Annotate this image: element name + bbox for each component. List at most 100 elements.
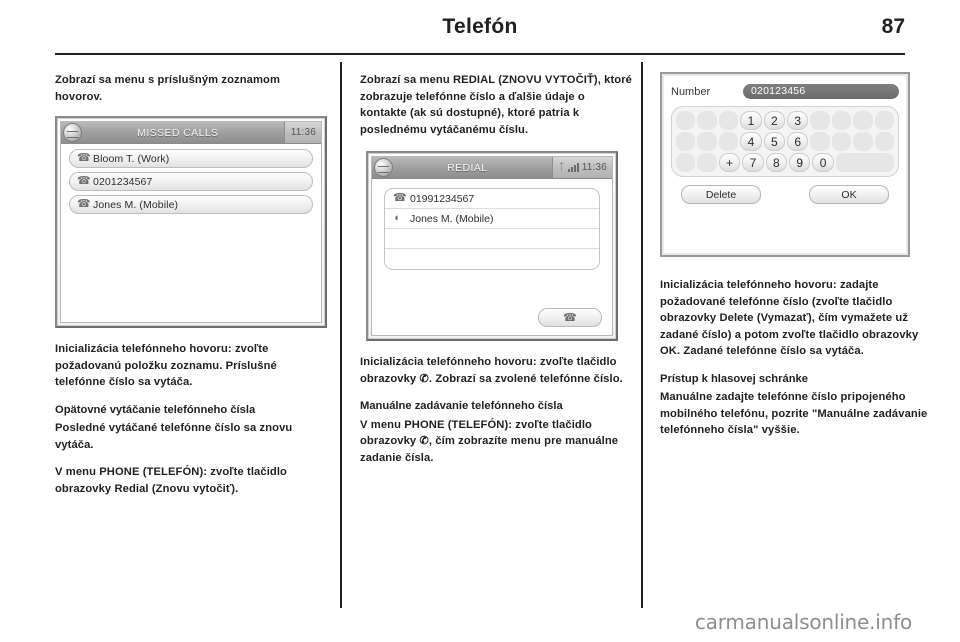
keypad-key-blank	[697, 153, 717, 172]
bluetooth-icon: ᛏ	[558, 161, 565, 173]
brand-logo-icon	[374, 158, 393, 177]
keypad-key-6[interactable]: 6	[787, 132, 809, 151]
keypad-key-9[interactable]: 9	[789, 153, 811, 172]
keypad-key-8[interactable]: 8	[765, 153, 788, 172]
number-keypad-screen: Number 020123456 1 2 3 4 5 6 + 7 8 9 0 D…	[660, 72, 910, 257]
list-item[interactable]: ☎ 01991234567	[385, 189, 599, 209]
redial-statusbar: ᛏ 11:36	[551, 157, 612, 178]
column1-paragraph-1: Inicializácia telefónneho hovoru: zvoľte…	[55, 343, 277, 388]
figure-missed-calls: MISSED CALLS 11:36 ☎ Bloom T. (Work) ☎ 0…	[55, 116, 327, 328]
ok-button[interactable]: OK	[809, 185, 889, 204]
list-item[interactable]: ☎ Bloom T. (Work)	[69, 149, 313, 168]
clock-label: 11:36	[581, 162, 607, 173]
column1-paragraph-3: V menu PHONE (TELEFÓN): zvoľte tlačidlo …	[55, 466, 287, 495]
delete-button[interactable]: Delete	[681, 185, 761, 204]
call-button[interactable]: ☎	[538, 308, 602, 327]
keypad-key-blank	[697, 132, 717, 151]
keypad-key-plus[interactable]: +	[718, 153, 741, 172]
site-watermark: carmanualsonline.info	[694, 610, 912, 634]
keypad-key-blank	[831, 111, 852, 130]
column1-intro-text: Zobrazí sa menu s príslušným zoznamom ho…	[55, 74, 281, 103]
number-input[interactable]: 020123456	[743, 84, 899, 99]
keypad-grid: 1 2 3 4 5 6 + 7 8 9 0	[671, 106, 899, 177]
keypad-key-blank	[831, 132, 852, 151]
redial-entry-card: ☎ 01991234567 ◖ Jones M. (Mobile)	[384, 188, 600, 270]
column3-heading-1: Prístup k hlasovej schránke	[660, 372, 808, 385]
manual-page: Telefón 87 Zobrazí sa menu s príslušným …	[0, 0, 960, 642]
call-handset-icon: ☎	[563, 312, 577, 324]
handset-icon: ☎	[77, 152, 91, 164]
keypad-key-0[interactable]: 0	[812, 153, 834, 172]
column1-paragraph-2: Posledné vytáčané telefónne číslo sa zno…	[55, 422, 293, 451]
keypad-key-space[interactable]	[835, 153, 895, 172]
keypad-key-blank	[676, 132, 696, 151]
number-entry-row: Number 020123456	[671, 84, 899, 99]
list-item-empty[interactable]	[385, 229, 599, 249]
column2-heading-1: Manuálne zadávanie telefónneho čísla	[360, 400, 563, 412]
keypad-key-7[interactable]: 7	[742, 153, 764, 172]
keypad-actions: Delete OK	[671, 185, 899, 204]
list-item[interactable]: ☎ Jones M. (Mobile)	[69, 195, 313, 214]
column-divider-right	[641, 62, 643, 608]
redial-screen-inner: REDIAL ᛏ 11:36 ☎ 01991234567 ◖ Jones M. …	[371, 156, 613, 336]
redial-title-label: REDIAL	[447, 161, 488, 174]
keypad-row: + 7 8 9 0	[676, 153, 895, 172]
keypad-key-blank	[853, 132, 873, 151]
page-title: Telefón	[442, 15, 518, 38]
missed-calls-titlebar: MISSED CALLS 11:36	[61, 122, 321, 144]
clock-label: 11:36	[290, 127, 316, 138]
handset-icon: ☎	[393, 192, 407, 204]
page-header: Telefón 87	[55, 14, 905, 56]
keypad-key-2[interactable]: 2	[763, 111, 786, 130]
list-item-label: 0201234567	[93, 175, 153, 188]
keypad-key-blank	[810, 132, 830, 151]
keypad-row: 4 5 6	[676, 132, 895, 151]
keypad-key-blank	[810, 111, 830, 130]
missed-calls-list: ☎ Bloom T. (Work) ☎ 0201234567 ☎ Jones M…	[61, 144, 321, 214]
list-item-label: Bloom T. (Work)	[93, 152, 170, 165]
keypad-key-blank	[676, 153, 696, 172]
list-item-empty[interactable]	[385, 249, 599, 269]
keypad-key-blank	[874, 111, 895, 130]
column2-paragraph-2: V menu PHONE (TELEFÓN): zvoľte tlačidlo …	[360, 418, 619, 464]
keypad-row: 1 2 3	[676, 111, 895, 130]
keypad-key-5[interactable]: 5	[763, 132, 786, 151]
column-one: Zobrazí sa menu s príslušným zoznamom ho…	[55, 72, 327, 497]
figure-keypad: Number 020123456 1 2 3 4 5 6 + 7 8 9 0 D…	[660, 72, 932, 257]
figure-redial: REDIAL ᛏ 11:36 ☎ 01991234567 ◖ Jones M. …	[360, 151, 632, 341]
redial-screen: REDIAL ᛏ 11:36 ☎ 01991234567 ◖ Jones M. …	[366, 151, 618, 341]
number-label: Number	[671, 85, 711, 98]
missed-calls-screen-inner: MISSED CALLS 11:36 ☎ Bloom T. (Work) ☎ 0…	[60, 121, 322, 323]
column-three: Number 020123456 1 2 3 4 5 6 + 7 8 9 0 D…	[660, 72, 932, 439]
list-item-label: Jones M. (Mobile)	[410, 212, 494, 225]
keypad-key-blank	[676, 111, 696, 130]
column-two: Zobrazí sa menu REDIAL (ZNOVU VYTOČIŤ), …	[360, 72, 632, 466]
keypad-key-blank	[697, 111, 717, 130]
missed-calls-title-label: MISSED CALLS	[137, 126, 219, 139]
page-number: 87	[881, 15, 905, 38]
keypad-key-1[interactable]: 1	[740, 111, 762, 130]
keypad-key-blank	[874, 132, 895, 151]
column1-heading-1: Opätovné vytáčanie telefónneho čísla	[55, 403, 256, 416]
list-item-label: Jones M. (Mobile)	[93, 198, 179, 211]
missed-calls-statusbar: 11:36	[283, 122, 321, 143]
missed-calls-screen: MISSED CALLS 11:36 ☎ Bloom T. (Work) ☎ 0…	[55, 116, 327, 328]
keypad-key-4[interactable]: 4	[740, 132, 762, 151]
list-item[interactable]: ☎ 0201234567	[69, 172, 313, 191]
handset-icon: ☎	[77, 175, 91, 187]
keypad-key-3[interactable]: 3	[787, 111, 809, 130]
column3-paragraph-2: Manuálne zadajte telefónne číslo pripoje…	[660, 391, 928, 436]
handset-icon: ☎	[77, 198, 91, 210]
keypad-key-blank	[853, 111, 873, 130]
list-item-label: 01991234567	[410, 192, 475, 205]
column3-paragraph-1: Inicializácia telefónneho hovoru: zadajt…	[660, 279, 919, 357]
list-item[interactable]: ◖ Jones M. (Mobile)	[385, 209, 599, 229]
column2-intro-text: Zobrazí sa menu REDIAL (ZNOVU VYTOČIŤ), …	[360, 74, 632, 136]
column2-paragraph-1: Inicializácia telefónneho hovoru: zvoľte…	[360, 356, 623, 385]
signal-strength-icon	[567, 163, 579, 172]
headset-icon: ◖	[393, 212, 400, 224]
brand-logo-icon	[63, 123, 82, 142]
header-divider-rule	[55, 53, 905, 55]
redial-body: ☎ 01991234567 ◖ Jones M. (Mobile)	[372, 179, 612, 270]
redial-titlebar: REDIAL ᛏ 11:36	[372, 157, 612, 179]
